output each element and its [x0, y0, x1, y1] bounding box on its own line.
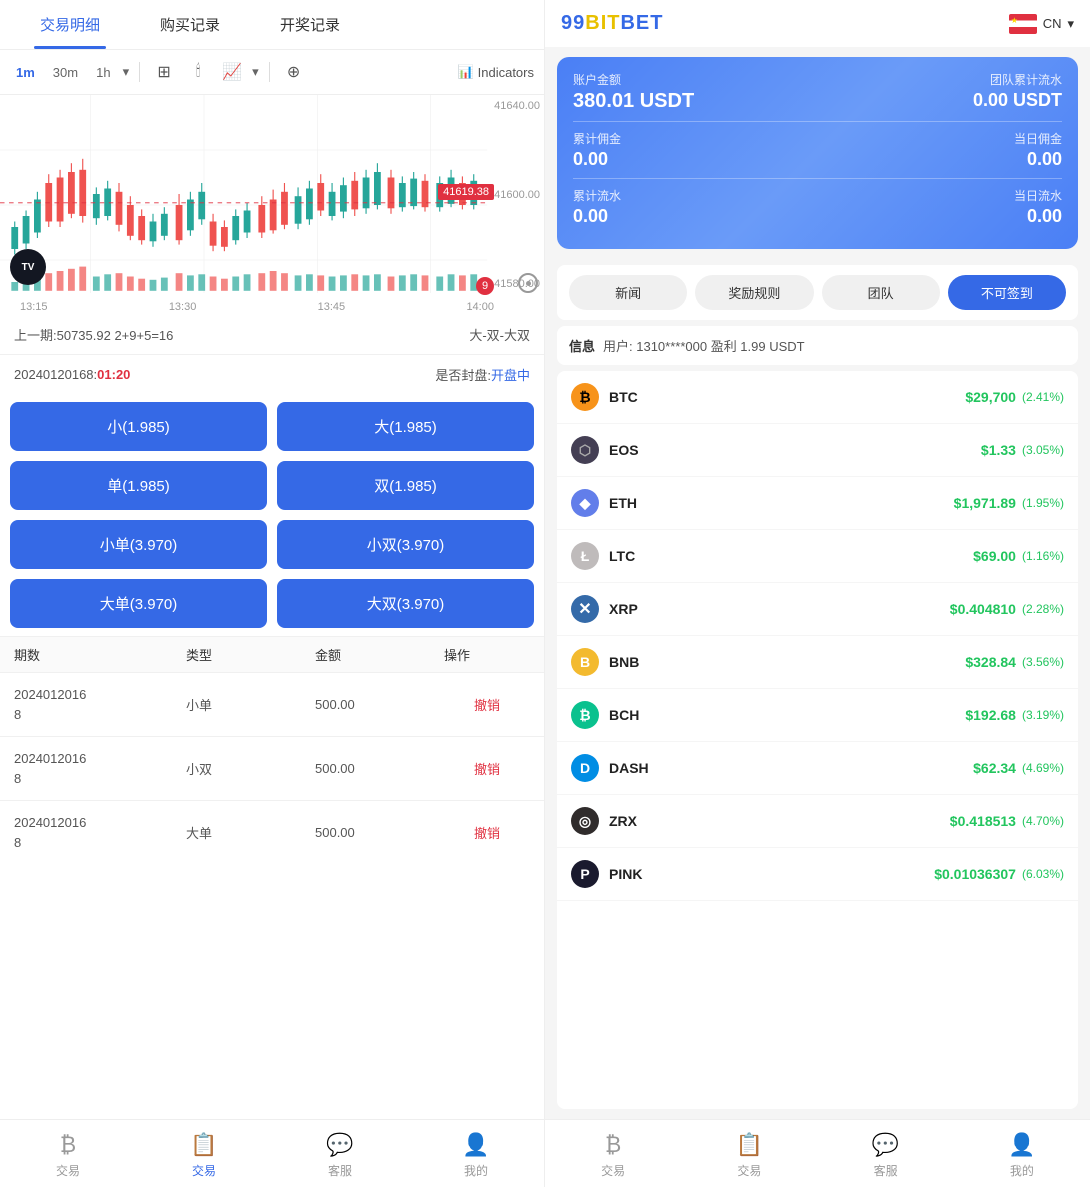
- divider: [139, 62, 140, 82]
- user-icon: 👤: [462, 1132, 489, 1158]
- info-ticker: 信息 用户: 1310****000 盈利 1.99 USDT: [557, 326, 1078, 365]
- team-button[interactable]: 团队: [822, 275, 940, 310]
- tab-purchase-record[interactable]: 购买记录: [130, 0, 250, 49]
- eth-icon: ◆: [571, 489, 599, 517]
- bet-big-odd[interactable]: 大单(3.970): [10, 579, 267, 628]
- table-row: 20240120168 小单 500.00 撤销: [0, 672, 544, 736]
- tab-lottery-record[interactable]: 开奖记录: [250, 0, 370, 49]
- time-1h[interactable]: 1h: [90, 63, 116, 82]
- bet-even[interactable]: 双(1.985): [277, 461, 534, 510]
- tabs-row: 交易明细 购买记录 开奖记录: [0, 0, 544, 50]
- right-bitcoin-icon: ₿: [605, 1132, 621, 1158]
- crypto-item-pink[interactable]: P PINK $0.01036307 (6.03%): [557, 848, 1078, 901]
- chart-area: 41640.00 41600.00 41580.00 41619.38 13:1…: [0, 95, 544, 315]
- crypto-item-btc[interactable]: ₿ BTC $29,700 (2.41%): [557, 371, 1078, 424]
- pink-icon: P: [571, 860, 599, 888]
- divider2: [269, 62, 270, 82]
- indicators-button[interactable]: 📊 Indicators: [457, 64, 534, 80]
- chart-toolbar: 1m 30m 1h ▾ ⊞ 🕯 📈 ▾ ⊕ 📊 Indicators: [0, 50, 544, 95]
- time-30m[interactable]: 30m: [47, 63, 84, 82]
- zrx-icon: ◎: [571, 807, 599, 835]
- bnb-icon: B: [571, 648, 599, 676]
- crypto-item-dash[interactable]: D DASH $62.34 (4.69%): [557, 742, 1078, 795]
- chevron-down-icon: ▾: [1067, 16, 1074, 32]
- bitcoin-icon: ₿: [60, 1132, 76, 1158]
- crypto-list: ₿ BTC $29,700 (2.41%) ⬡ EOS $1.33 (3.05%…: [557, 371, 1078, 1109]
- add-icon[interactable]: ⊕: [280, 58, 308, 86]
- tab-trading-detail[interactable]: 交易明细: [10, 0, 130, 49]
- crypto-item-eos[interactable]: ⬡ EOS $1.33 (3.05%): [557, 424, 1078, 477]
- nav-bitcoin[interactable]: ₿ 交易: [0, 1128, 136, 1183]
- bet-small[interactable]: 小(1.985): [10, 402, 267, 451]
- period-info: 上一期:50735.92 2+9+5=16 大-双-大双: [0, 315, 544, 355]
- nav-trading[interactable]: 📋 交易: [136, 1128, 272, 1183]
- right-user-icon: 👤: [1008, 1132, 1035, 1158]
- right-chat-icon: 💬: [872, 1132, 899, 1158]
- chart-y-labels: 41640.00 41600.00 41580.00: [494, 95, 540, 295]
- left-panel: 交易明细 购买记录 开奖记录 1m 30m 1h ▾ ⊞ 🕯 📈 ▾ ⊕ 📊 I…: [0, 0, 545, 1187]
- order-id: 20240120168:01:20: [14, 367, 130, 382]
- bet-buttons-grid: 小(1.985) 大(1.985) 单(1.985) 双(1.985) 小单(3…: [0, 394, 544, 636]
- cancel-btn-1[interactable]: 撤销: [444, 695, 530, 714]
- right-nav-trading[interactable]: 📋 交易: [681, 1128, 817, 1183]
- chart-type-icon-1[interactable]: ⊞: [150, 58, 178, 86]
- rewards-button[interactable]: 奖励规则: [695, 275, 813, 310]
- chart-type-icon-2[interactable]: 🕯: [184, 58, 212, 86]
- bet-small-even[interactable]: 小双(3.970): [277, 520, 534, 569]
- current-price-badge: 41619.38: [438, 184, 494, 200]
- checkin-button[interactable]: 不可签到: [948, 275, 1066, 310]
- target-icon[interactable]: [518, 273, 538, 293]
- china-flag-icon: [1009, 14, 1037, 34]
- bet-small-odd[interactable]: 小单(3.970): [10, 520, 267, 569]
- chat-icon: 💬: [326, 1132, 353, 1158]
- crypto-item-eth[interactable]: ◆ ETH $1,971.89 (1.95%): [557, 477, 1078, 530]
- news-button[interactable]: 新闻: [569, 275, 687, 310]
- bet-odd[interactable]: 单(1.985): [10, 461, 267, 510]
- cancel-btn-3[interactable]: 撤销: [444, 823, 530, 842]
- action-buttons-row: 新闻 奖励规则 团队 不可签到: [557, 265, 1078, 320]
- eos-icon: ⬡: [571, 436, 599, 464]
- list-icon: 📋: [190, 1132, 217, 1158]
- crypto-item-zrx[interactable]: ◎ ZRX $0.418513 (4.70%): [557, 795, 1078, 848]
- crypto-item-ltc[interactable]: Ł LTC $69.00 (1.16%): [557, 530, 1078, 583]
- xrp-icon: ✕: [571, 595, 599, 623]
- right-nav-profile[interactable]: 👤 我的: [954, 1128, 1090, 1183]
- chart-more-dropdown[interactable]: ▾: [252, 64, 259, 80]
- bch-icon: ₿: [571, 701, 599, 729]
- chart-x-labels: 13:15 13:30 13:45 14:00: [20, 301, 494, 313]
- left-bottom-nav: ₿ 交易 📋 交易 💬 客服 👤 我的: [0, 1119, 544, 1187]
- dash-icon: D: [571, 754, 599, 782]
- table-row: 20240120168 小双 500.00 撤销: [0, 736, 544, 800]
- nav-profile[interactable]: 👤 我的: [408, 1128, 544, 1183]
- crypto-item-bch[interactable]: ₿ BCH $192.68 (3.19%): [557, 689, 1078, 742]
- brand-logo: 99BITBET: [561, 12, 663, 35]
- right-header: 99BITBET CN ▾: [545, 0, 1090, 47]
- chart-type-icon-3[interactable]: 📈: [218, 58, 246, 86]
- time-1m[interactable]: 1m: [10, 63, 41, 82]
- right-nav-bitcoin[interactable]: ₿ 交易: [545, 1128, 681, 1183]
- right-panel: 99BITBET CN ▾ 账户金额 380.01 USDT 团队累计流水 0.…: [545, 0, 1090, 1187]
- bet-big-even[interactable]: 大双(3.970): [277, 579, 534, 628]
- btc-icon: ₿: [571, 383, 599, 411]
- account-card: 账户金额 380.01 USDT 团队累计流水 0.00 USDT 累计佣金 0…: [557, 57, 1078, 249]
- cancel-btn-2[interactable]: 撤销: [444, 759, 530, 778]
- table-header: 期数 类型 金额 操作: [0, 636, 544, 672]
- right-bottom-nav: ₿ 交易 📋 交易 💬 客服 👤 我的: [545, 1119, 1090, 1187]
- right-nav-service[interactable]: 💬 客服: [818, 1128, 954, 1183]
- crypto-item-xrp[interactable]: ✕ XRP $0.404810 (2.28%): [557, 583, 1078, 636]
- language-selector[interactable]: CN ▾: [1009, 14, 1074, 34]
- badge-9: 9: [476, 277, 494, 295]
- time-dropdown[interactable]: ▾: [123, 64, 130, 80]
- market-status: 是否封盘:开盘中: [435, 365, 530, 384]
- table-row: 20240120168 大单 500.00 撤销: [0, 800, 544, 864]
- ltc-icon: Ł: [571, 542, 599, 570]
- crypto-item-bnb[interactable]: B BNB $328.84 (3.56%): [557, 636, 1078, 689]
- countdown-row: 20240120168:01:20 是否封盘:开盘中: [0, 355, 544, 394]
- tradingview-logo: TV: [10, 249, 46, 285]
- right-list-icon: 📋: [736, 1132, 763, 1158]
- nav-customer-service[interactable]: 💬 客服: [272, 1128, 408, 1183]
- bet-big[interactable]: 大(1.985): [277, 402, 534, 451]
